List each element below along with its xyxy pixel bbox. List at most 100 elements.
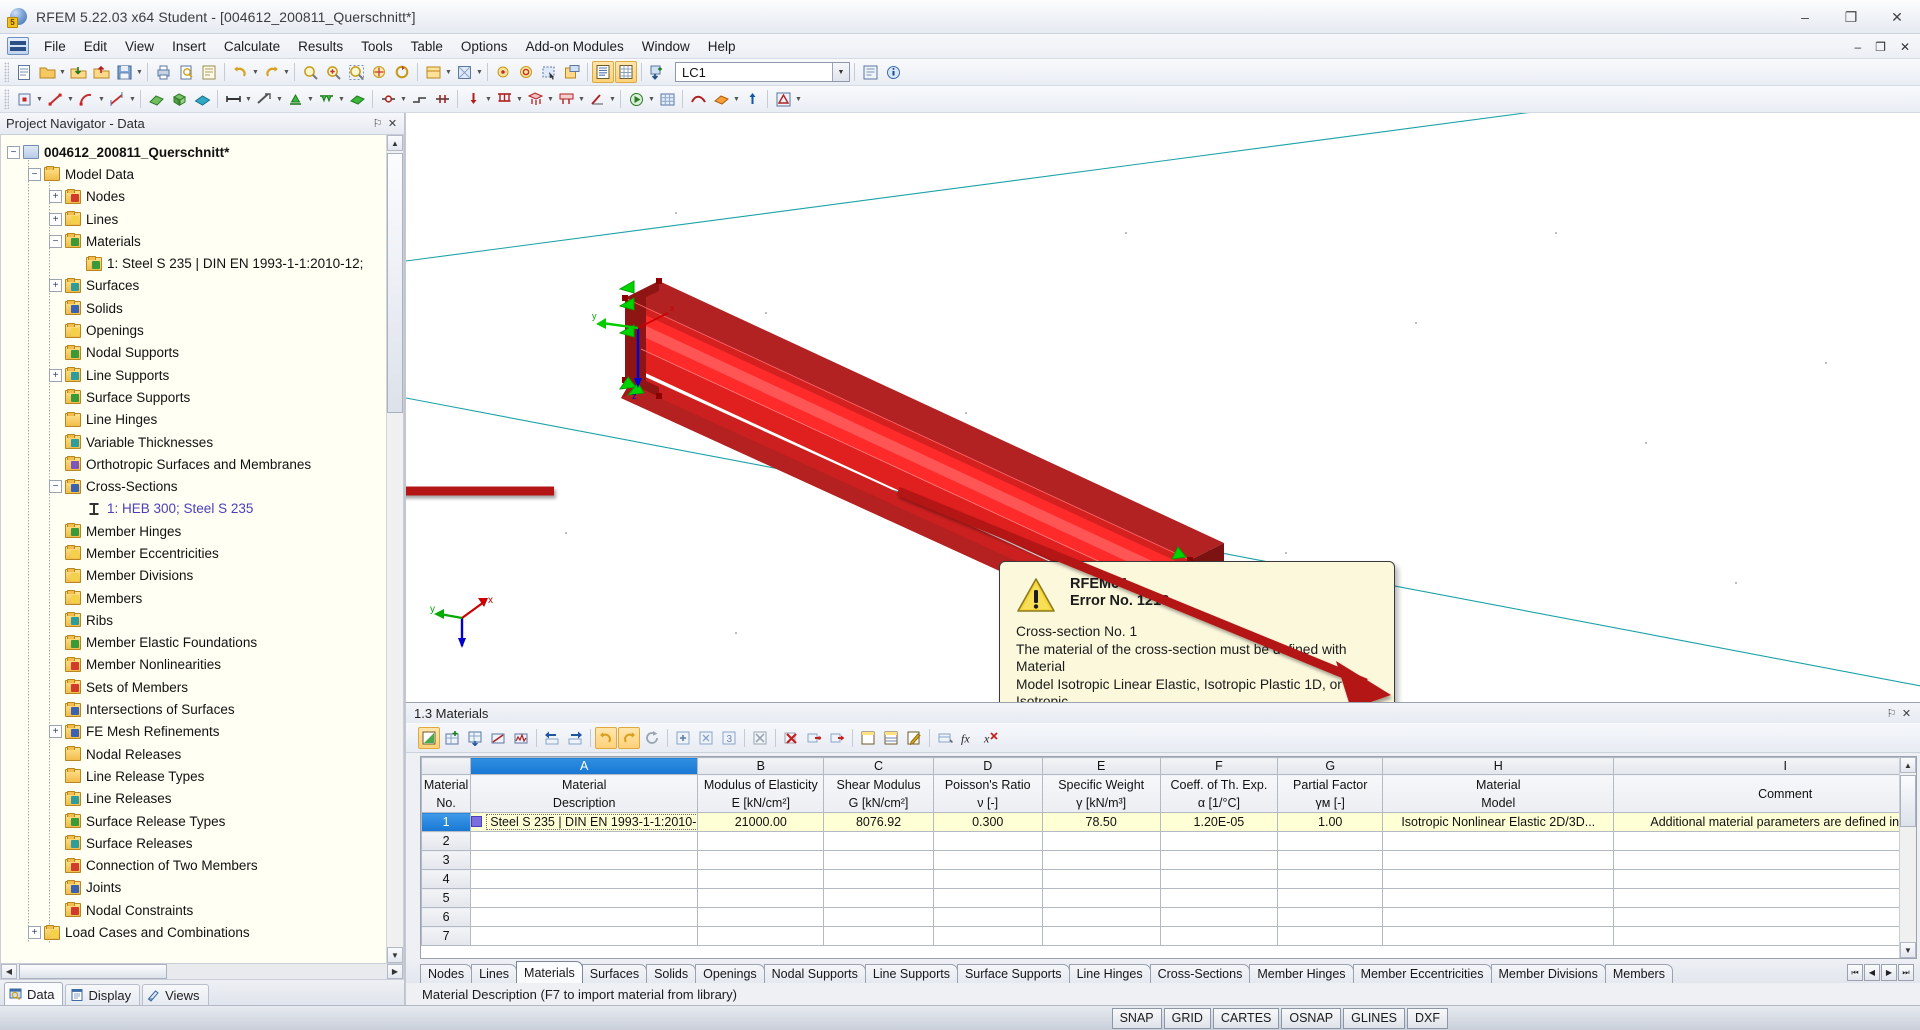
collapse-icon[interactable]: −: [49, 234, 62, 248]
save-icon[interactable]: [113, 61, 135, 83]
cell-comment[interactable]: Additional material parameters are defin…: [1613, 812, 1899, 832]
cell-modulus_e[interactable]: 21000.00: [697, 812, 825, 832]
expand-icon[interactable]: +: [49, 190, 62, 204]
expand-icon[interactable]: +: [49, 212, 62, 226]
zoom-window-icon[interactable]: [299, 61, 321, 83]
tree-item[interactable]: Line Hinges: [7, 409, 403, 431]
new-solid-icon[interactable]: [168, 88, 190, 110]
surface-results-icon[interactable]: [710, 88, 732, 110]
cell-partial_factor[interactable]: [1277, 850, 1384, 870]
new-line-support-dropdown-icon[interactable]: ▼: [338, 91, 345, 107]
cell-thermal_exp[interactable]: 1.20E-05: [1159, 812, 1279, 832]
pan-icon[interactable]: [368, 61, 390, 83]
navigator-hscroll-thumb[interactable]: [19, 964, 167, 979]
expand-icon[interactable]: +: [49, 368, 62, 382]
collapse-icon[interactable]: −: [49, 480, 62, 494]
menu-window[interactable]: Window: [633, 36, 699, 57]
surface-results-dropdown-icon[interactable]: ▼: [733, 91, 740, 107]
table-tab-materials[interactable]: Materials: [516, 961, 583, 983]
column-letter-header[interactable]: B: [697, 757, 825, 775]
tab-last-icon[interactable]: ⏭: [1898, 964, 1914, 981]
new-window-icon[interactable]: [561, 61, 583, 83]
tree-item[interactable]: Nodal Constraints: [7, 899, 403, 921]
table-tab-cross-sections[interactable]: Cross-Sections: [1149, 964, 1251, 983]
cell-modulus_e[interactable]: [697, 850, 825, 870]
undo-dropdown-icon[interactable]: ▼: [252, 64, 259, 80]
tree-item[interactable]: Line Releases: [7, 788, 403, 810]
tab-first-icon[interactable]: ⏮: [1847, 964, 1863, 981]
new-rib-icon[interactable]: [253, 88, 275, 110]
table-tab-member-eccentricities[interactable]: Member Eccentricities: [1352, 964, 1492, 983]
expand-icon[interactable]: +: [28, 926, 41, 940]
menu-edit[interactable]: Edit: [75, 36, 116, 57]
table-panel-close-icon[interactable]: ✕: [1899, 706, 1914, 721]
new-dimension-icon[interactable]: [106, 88, 128, 110]
clear-formula-icon[interactable]: x: [980, 727, 1002, 749]
tree-item[interactable]: Openings: [7, 319, 403, 341]
table-style-icon[interactable]: [880, 727, 902, 749]
navigator-tree[interactable]: −004612_200811_Querschnitt* − Model Data + N…: [0, 135, 404, 963]
cell-comment[interactable]: [1613, 850, 1899, 870]
new-file-icon[interactable]: [13, 61, 35, 83]
model-info-icon[interactable]: [882, 61, 904, 83]
menu-file[interactable]: File: [35, 36, 75, 57]
new-nodal-support-dropdown-icon[interactable]: ▼: [307, 91, 314, 107]
cell-specific_weight[interactable]: [1041, 888, 1161, 908]
navigator-tab-views[interactable]: Views: [142, 984, 209, 1005]
mdi-close-button[interactable]: ✕: [1896, 40, 1914, 54]
new-node-dropdown-icon[interactable]: ▼: [36, 91, 43, 107]
navigator-tab-data[interactable]: Data: [4, 982, 64, 1005]
table-tab-members[interactable]: Members: [1604, 964, 1673, 983]
column-letter-header[interactable]: I: [1613, 757, 1899, 775]
menu-add-on-modules[interactable]: Add-on Modules: [516, 36, 632, 57]
edit-cell-icon[interactable]: [418, 726, 440, 749]
cell-poisson[interactable]: 0.300: [932, 812, 1043, 832]
line-load-dropdown-icon[interactable]: ▼: [516, 91, 523, 107]
print-icon[interactable]: [152, 61, 174, 83]
cell-modulus_e[interactable]: [697, 869, 825, 889]
cell-thermal_exp[interactable]: [1159, 850, 1279, 870]
scroll-right-icon[interactable]: ▶: [387, 964, 403, 979]
tree-item[interactable]: Surface Releases: [7, 832, 403, 854]
new-nodal-support-icon[interactable]: [284, 88, 306, 110]
error-dialog[interactable]: RFEM64 Error No. 1213 Cross-section No. …: [999, 561, 1395, 702]
menu-tools[interactable]: Tools: [352, 36, 402, 57]
tree-item[interactable]: Member Nonlinearities: [7, 654, 403, 676]
new-eccentricity-icon[interactable]: [408, 88, 430, 110]
delete-column-icon[interactable]: [826, 727, 848, 749]
table-tab-lines[interactable]: Lines: [471, 964, 518, 983]
cell-specific_weight[interactable]: [1041, 831, 1161, 851]
redo-dropdown-icon[interactable]: ▼: [283, 64, 290, 80]
open-file-icon[interactable]: [36, 61, 58, 83]
tree-item[interactable]: Surface Supports: [7, 386, 403, 408]
cell-description[interactable]: Steel S 235 | DIN EN 1993-1-1:2010-12: [470, 812, 699, 832]
expand-icon[interactable]: +: [49, 725, 62, 739]
tree-item[interactable]: Joints: [7, 877, 403, 899]
status-cartes-toggle[interactable]: CARTES: [1212, 1007, 1280, 1029]
table-tab-nodes[interactable]: Nodes: [420, 964, 473, 983]
view-direction-icon[interactable]: [453, 61, 475, 83]
new-division-icon[interactable]: [431, 88, 453, 110]
cell-partial_factor[interactable]: [1277, 831, 1384, 851]
material-color-swatch[interactable]: [471, 816, 483, 827]
cell-description[interactable]: [470, 831, 699, 851]
new-surface-icon[interactable]: [145, 88, 167, 110]
dxf-export-dropdown-icon[interactable]: ▼: [795, 91, 802, 107]
osnap-target-icon[interactable]: [515, 61, 537, 83]
render-mode-icon[interactable]: [422, 61, 444, 83]
table-tab-surfaces[interactable]: Surfaces: [581, 964, 648, 983]
view-direction-dropdown-icon[interactable]: ▼: [476, 64, 483, 80]
maximize-button[interactable]: ❐: [1828, 0, 1874, 34]
cell-partial_factor[interactable]: 1.00: [1277, 812, 1384, 832]
import-icon[interactable]: [67, 61, 89, 83]
cell-specific_weight[interactable]: [1041, 907, 1161, 927]
load-case-add-icon[interactable]: [646, 61, 668, 83]
surface-load-dropdown-icon[interactable]: ▼: [547, 91, 554, 107]
column-letter-header[interactable]: D: [932, 757, 1043, 775]
table-edit-pen-icon[interactable]: [903, 727, 925, 749]
cell-modulus_e[interactable]: [697, 831, 825, 851]
tree-item[interactable]: Surface Release Types: [7, 810, 403, 832]
new-arc-dropdown-icon[interactable]: ▼: [98, 91, 105, 107]
tree-item[interactable]: − Model Data: [7, 163, 403, 185]
row-number-cell[interactable]: 3: [421, 850, 472, 870]
